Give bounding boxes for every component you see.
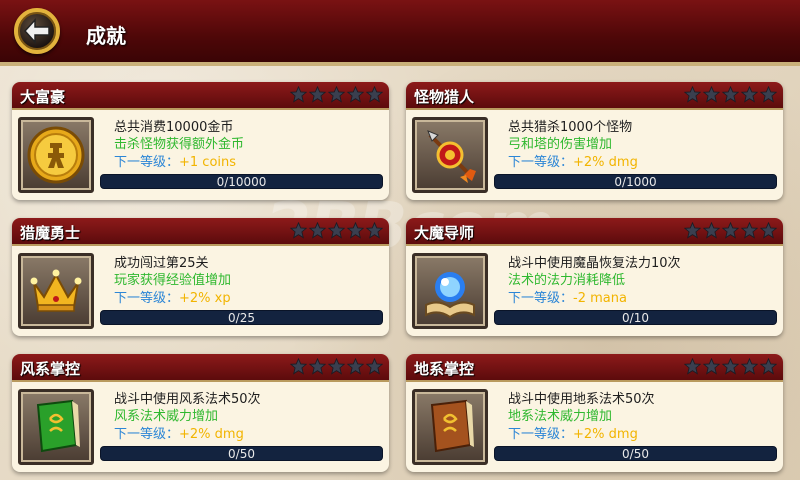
star-icon [328, 358, 345, 375]
star-icon [290, 86, 307, 103]
crown-icon [18, 253, 94, 329]
progress-bar: 0/50 [100, 446, 383, 461]
star-icon [309, 222, 326, 239]
progress-bar: 0/10000 [100, 174, 383, 189]
top-bar: 成就 [0, 0, 800, 66]
next-level: 下一等级：-2 mana [508, 291, 627, 306]
next-level: 下一等级：+2% dmg [114, 427, 244, 442]
star-icon [347, 358, 364, 375]
next-level: 下一等级：+1 coins [114, 155, 237, 170]
crystal-book-icon [412, 253, 488, 329]
achievement-card-earth[interactable]: 地系掌控 战斗中使用地系法术50次 地系法术威力增加 下一等级：+2% dmg … [406, 354, 783, 472]
next-level: 下一等级：+2% dmg [508, 155, 638, 170]
achievement-effect: 击杀怪物获得额外金币 [114, 137, 245, 152]
achievement-name: 大魔导师 [414, 224, 475, 242]
star-icon [760, 222, 777, 239]
star-rating [684, 358, 777, 378]
progress-text: 0/25 [228, 311, 255, 325]
gold-coin-icon [18, 117, 94, 193]
star-icon [309, 358, 326, 375]
star-icon [722, 86, 739, 103]
progress-text: 0/10 [622, 311, 649, 325]
star-rating [684, 86, 777, 106]
achievement-effect: 地系法术威力增加 [508, 409, 613, 424]
arrow-target-icon [412, 117, 488, 193]
achievement-effect: 法术的法力消耗降低 [508, 273, 626, 288]
star-icon [290, 222, 307, 239]
star-icon [741, 358, 758, 375]
star-icon [760, 358, 777, 375]
star-icon [366, 86, 383, 103]
achievement-card-rich[interactable]: 大富豪 总共消费10000金币 击杀怪物获得额外金币 下一等级：+1 coins… [12, 82, 389, 200]
progress-text: 0/10000 [216, 175, 267, 189]
star-icon [703, 86, 720, 103]
card-header: 大魔导师 [406, 218, 783, 246]
back-button[interactable] [14, 8, 60, 54]
star-icon [366, 358, 383, 375]
star-icon [741, 222, 758, 239]
achievement-effect: 弓和塔的伤害增加 [508, 137, 613, 152]
progress-bar: 0/50 [494, 446, 777, 461]
star-icon [741, 86, 758, 103]
star-icon [722, 358, 739, 375]
achievement-card-demonhunter[interactable]: 猎魔勇士 成功闯过第25关 玩家获得经验值增加 下一等级：+2% xp 0/25 [12, 218, 389, 336]
star-icon [347, 86, 364, 103]
card-header: 地系掌控 [406, 354, 783, 382]
achievement-card-hunter[interactable]: 怪物猎人 总共猎杀1000个怪物 弓和塔的伤害增加 下一等级：+2% dmg 0… [406, 82, 783, 200]
achievement-name: 大富豪 [20, 88, 66, 106]
star-icon [347, 222, 364, 239]
progress-text: 0/1000 [614, 175, 657, 189]
next-level: 下一等级：+2% xp [114, 291, 231, 306]
star-icon [290, 358, 307, 375]
star-rating [290, 86, 383, 106]
achievement-effect: 玩家获得经验值增加 [114, 273, 232, 288]
green-spellbook-icon [18, 389, 94, 465]
star-rating [684, 222, 777, 242]
star-icon [703, 222, 720, 239]
card-header: 风系掌控 [12, 354, 389, 382]
progress-bar: 0/1000 [494, 174, 777, 189]
progress-text: 0/50 [228, 447, 255, 461]
achievement-effect: 风系法术威力增加 [114, 409, 219, 424]
card-header: 大富豪 [12, 82, 389, 110]
next-level: 下一等级：+2% dmg [508, 427, 638, 442]
star-icon [328, 86, 345, 103]
progress-bar: 0/10 [494, 310, 777, 325]
progress-text: 0/50 [622, 447, 649, 461]
star-icon [309, 86, 326, 103]
achievement-name: 地系掌控 [414, 360, 475, 378]
achievement-card-wind[interactable]: 风系掌控 战斗中使用风系法术50次 风系法术威力增加 下一等级：+2% dmg … [12, 354, 389, 472]
brown-spellbook-icon [412, 389, 488, 465]
star-rating [290, 222, 383, 242]
card-header: 怪物猎人 [406, 82, 783, 110]
star-icon [760, 86, 777, 103]
card-header: 猎魔勇士 [12, 218, 389, 246]
star-icon [684, 222, 701, 239]
star-icon [703, 358, 720, 375]
star-rating [290, 358, 383, 378]
star-icon [684, 358, 701, 375]
achievement-card-mage[interactable]: 大魔导师 战斗中使用魔晶恢复法力10次 法术的法力消耗降低 下一等级：-2 ma… [406, 218, 783, 336]
star-icon [366, 222, 383, 239]
progress-bar: 0/25 [100, 310, 383, 325]
achievement-name: 猎魔勇士 [20, 224, 81, 242]
page-title: 成就 [86, 24, 126, 48]
achievement-name: 风系掌控 [20, 360, 81, 378]
star-icon [328, 222, 345, 239]
star-icon [722, 222, 739, 239]
star-icon [684, 86, 701, 103]
back-arrow-icon [23, 18, 50, 44]
achievement-name: 怪物猎人 [414, 88, 475, 106]
